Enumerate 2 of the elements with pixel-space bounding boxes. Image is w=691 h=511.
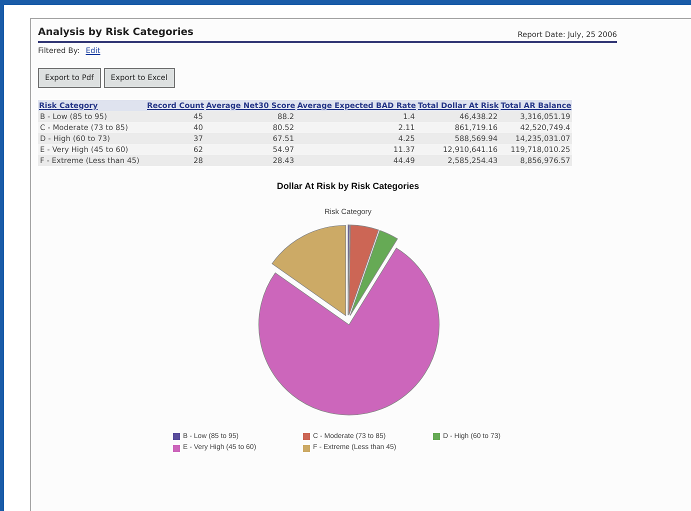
chart-title: Dollar At Risk by Risk Categories: [276, 180, 420, 193]
report-title: Analysis by Risk Categories: [38, 26, 194, 40]
